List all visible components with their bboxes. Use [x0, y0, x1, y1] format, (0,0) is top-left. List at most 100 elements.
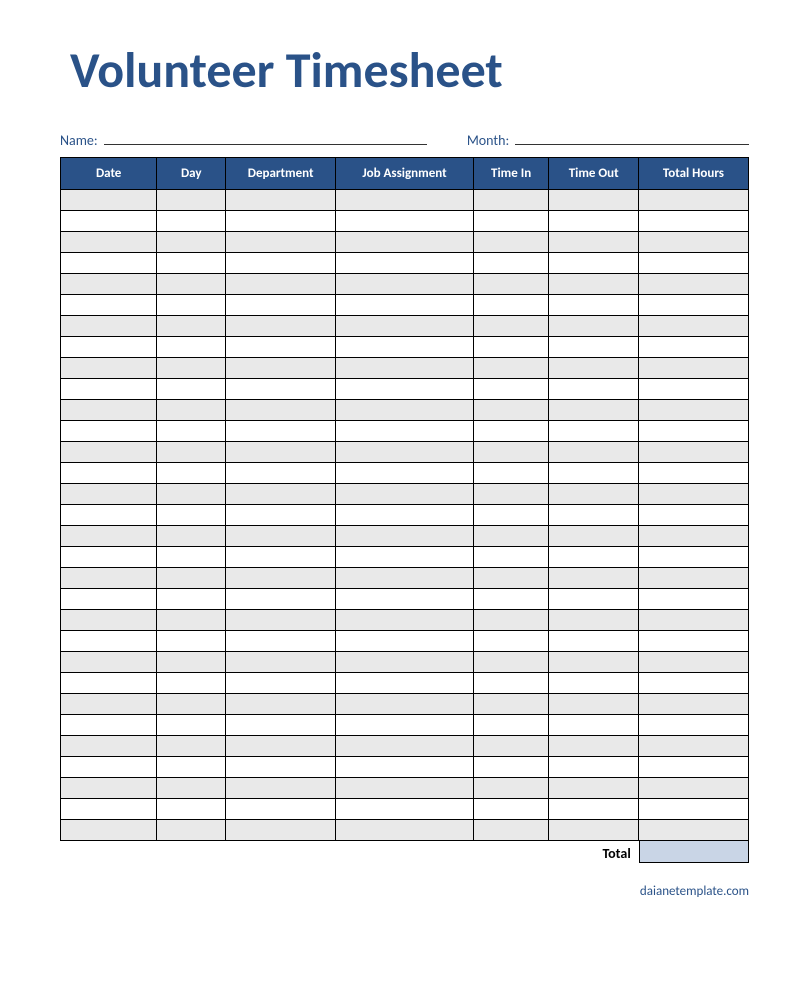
- table-cell[interactable]: [473, 736, 549, 757]
- table-cell[interactable]: [157, 253, 226, 274]
- table-cell[interactable]: [549, 421, 638, 442]
- table-cell[interactable]: [226, 295, 336, 316]
- table-cell[interactable]: [61, 337, 157, 358]
- table-cell[interactable]: [157, 484, 226, 505]
- table-cell[interactable]: [61, 442, 157, 463]
- table-cell[interactable]: [473, 211, 549, 232]
- total-value-box[interactable]: [639, 841, 749, 863]
- table-cell[interactable]: [549, 211, 638, 232]
- table-cell[interactable]: [61, 484, 157, 505]
- table-cell[interactable]: [157, 274, 226, 295]
- table-cell[interactable]: [336, 211, 474, 232]
- table-cell[interactable]: [61, 274, 157, 295]
- table-cell[interactable]: [157, 190, 226, 211]
- table-cell[interactable]: [226, 526, 336, 547]
- table-cell[interactable]: [638, 463, 748, 484]
- table-cell[interactable]: [226, 505, 336, 526]
- table-cell[interactable]: [638, 232, 748, 253]
- table-cell[interactable]: [157, 316, 226, 337]
- table-cell[interactable]: [638, 274, 748, 295]
- table-cell[interactable]: [336, 190, 474, 211]
- table-cell[interactable]: [61, 463, 157, 484]
- table-cell[interactable]: [157, 715, 226, 736]
- table-cell[interactable]: [549, 484, 638, 505]
- table-cell[interactable]: [473, 820, 549, 841]
- table-cell[interactable]: [226, 337, 336, 358]
- table-cell[interactable]: [638, 316, 748, 337]
- table-cell[interactable]: [638, 589, 748, 610]
- table-cell[interactable]: [157, 757, 226, 778]
- table-cell[interactable]: [226, 778, 336, 799]
- table-cell[interactable]: [549, 463, 638, 484]
- table-cell[interactable]: [61, 736, 157, 757]
- table-cell[interactable]: [226, 568, 336, 589]
- table-cell[interactable]: [336, 421, 474, 442]
- table-cell[interactable]: [549, 253, 638, 274]
- table-cell[interactable]: [473, 757, 549, 778]
- table-cell[interactable]: [638, 337, 748, 358]
- table-cell[interactable]: [61, 253, 157, 274]
- table-cell[interactable]: [61, 316, 157, 337]
- table-cell[interactable]: [638, 442, 748, 463]
- table-cell[interactable]: [226, 673, 336, 694]
- table-cell[interactable]: [638, 778, 748, 799]
- table-cell[interactable]: [473, 379, 549, 400]
- table-cell[interactable]: [157, 589, 226, 610]
- table-cell[interactable]: [336, 799, 474, 820]
- table-cell[interactable]: [473, 232, 549, 253]
- table-cell[interactable]: [638, 694, 748, 715]
- table-cell[interactable]: [638, 295, 748, 316]
- table-cell[interactable]: [336, 442, 474, 463]
- month-input-line[interactable]: [515, 131, 749, 145]
- table-cell[interactable]: [473, 463, 549, 484]
- table-cell[interactable]: [61, 211, 157, 232]
- table-cell[interactable]: [549, 295, 638, 316]
- table-cell[interactable]: [61, 505, 157, 526]
- table-cell[interactable]: [157, 232, 226, 253]
- name-input-line[interactable]: [104, 131, 427, 145]
- table-cell[interactable]: [226, 757, 336, 778]
- table-cell[interactable]: [336, 463, 474, 484]
- table-cell[interactable]: [157, 463, 226, 484]
- table-cell[interactable]: [549, 526, 638, 547]
- table-cell[interactable]: [638, 631, 748, 652]
- table-cell[interactable]: [638, 400, 748, 421]
- table-cell[interactable]: [336, 316, 474, 337]
- table-cell[interactable]: [549, 589, 638, 610]
- table-cell[interactable]: [473, 253, 549, 274]
- table-cell[interactable]: [157, 211, 226, 232]
- table-cell[interactable]: [638, 799, 748, 820]
- table-cell[interactable]: [549, 379, 638, 400]
- table-cell[interactable]: [226, 274, 336, 295]
- table-cell[interactable]: [473, 715, 549, 736]
- table-cell[interactable]: [226, 442, 336, 463]
- table-cell[interactable]: [157, 358, 226, 379]
- table-cell[interactable]: [549, 631, 638, 652]
- table-cell[interactable]: [61, 232, 157, 253]
- table-cell[interactable]: [638, 820, 748, 841]
- table-cell[interactable]: [638, 652, 748, 673]
- table-cell[interactable]: [157, 610, 226, 631]
- table-cell[interactable]: [549, 757, 638, 778]
- table-cell[interactable]: [157, 547, 226, 568]
- table-cell[interactable]: [157, 673, 226, 694]
- table-cell[interactable]: [61, 526, 157, 547]
- table-cell[interactable]: [473, 589, 549, 610]
- table-cell[interactable]: [336, 652, 474, 673]
- table-cell[interactable]: [638, 379, 748, 400]
- table-cell[interactable]: [549, 358, 638, 379]
- table-cell[interactable]: [61, 694, 157, 715]
- table-cell[interactable]: [226, 232, 336, 253]
- table-cell[interactable]: [549, 778, 638, 799]
- table-cell[interactable]: [473, 190, 549, 211]
- table-cell[interactable]: [473, 358, 549, 379]
- table-cell[interactable]: [473, 673, 549, 694]
- table-cell[interactable]: [336, 610, 474, 631]
- table-cell[interactable]: [549, 736, 638, 757]
- table-cell[interactable]: [61, 589, 157, 610]
- table-cell[interactable]: [473, 400, 549, 421]
- table-cell[interactable]: [549, 274, 638, 295]
- table-cell[interactable]: [336, 547, 474, 568]
- table-cell[interactable]: [473, 631, 549, 652]
- table-cell[interactable]: [473, 484, 549, 505]
